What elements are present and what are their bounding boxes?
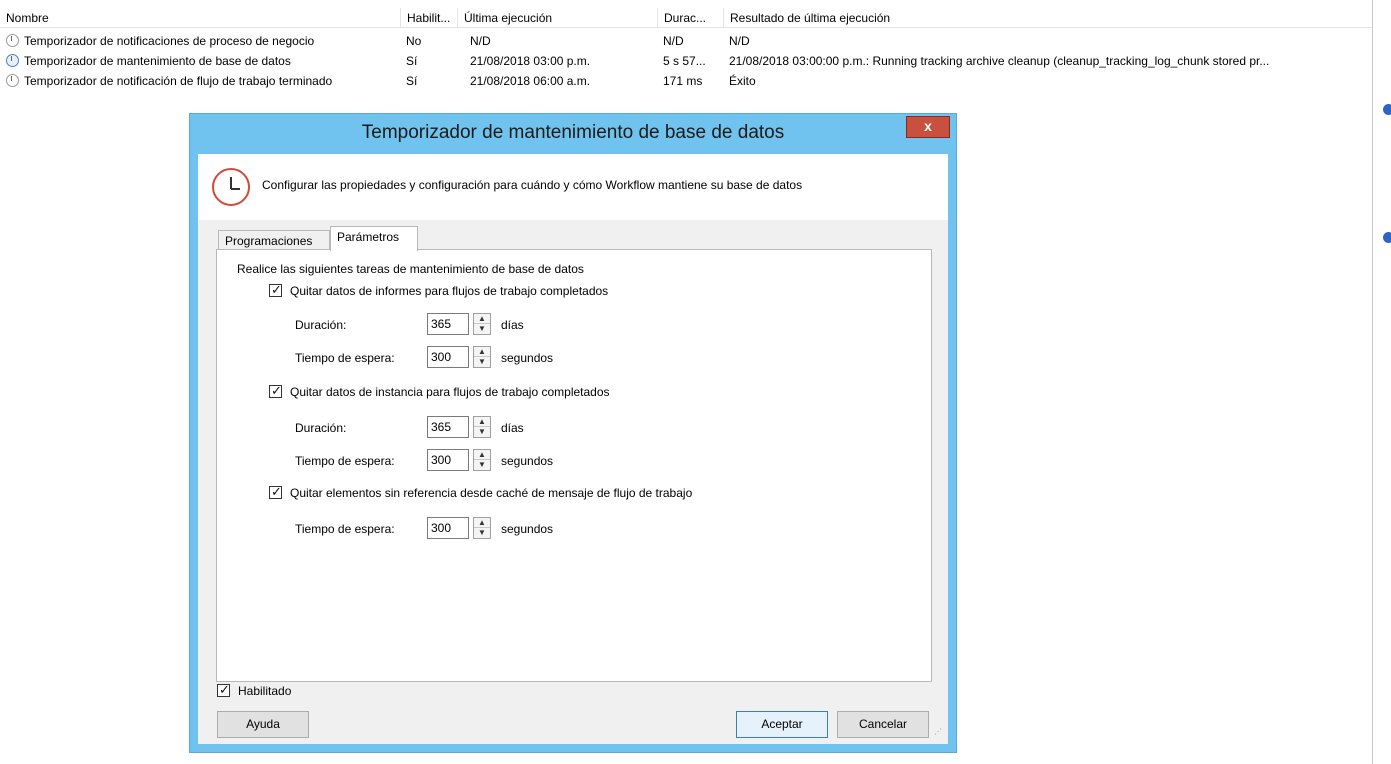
- close-button[interactable]: x: [906, 116, 950, 138]
- tab-programaciones[interactable]: Programaciones: [218, 230, 330, 251]
- row-name: Temporizador de mantenimiento de base de…: [24, 54, 291, 68]
- cancel-button[interactable]: Cancelar: [837, 711, 929, 738]
- timeout-unit: segundos: [501, 454, 554, 468]
- row-last-run: 21/08/2018 03:00 p.m.: [470, 54, 591, 68]
- clock-icon: [212, 168, 250, 206]
- column-header-last-run[interactable]: Última ejecución: [457, 8, 655, 28]
- stepper-buttons: ▲ ▼: [473, 517, 491, 539]
- timeout-unit: segundos: [501, 522, 554, 536]
- row-name-cell: Temporizador de mantenimiento de base de…: [6, 51, 398, 71]
- chevron-up-icon[interactable]: ▲: [474, 518, 490, 528]
- duration-value[interactable]: 365: [427, 416, 469, 438]
- duration-unit: días: [501, 318, 524, 332]
- intro-label: Realice las siguientes tareas de manteni…: [237, 262, 584, 276]
- table-row[interactable]: Temporizador de mantenimiento de base de…: [0, 51, 1372, 71]
- row-name: Temporizador de notificación de flujo de…: [24, 74, 333, 88]
- timeout-stepper[interactable]: 300 ▲ ▼: [427, 449, 491, 471]
- timeout-value[interactable]: 300: [427, 346, 469, 368]
- stepper-buttons: ▲ ▼: [473, 313, 491, 335]
- chevron-up-icon[interactable]: ▲: [474, 450, 490, 460]
- chevron-down-icon[interactable]: ▼: [474, 324, 490, 334]
- row-enabled: No: [406, 34, 422, 48]
- dialog-client-area: Configurar las propiedades y configuraci…: [198, 154, 948, 744]
- remove-unreferenced-cache-label: Quitar elementos sin referencia desde ca…: [290, 486, 693, 500]
- dialog-titlebar[interactable]: Temporizador de mantenimiento de base de…: [190, 114, 956, 154]
- row-result: Éxito: [729, 74, 756, 88]
- row-result: 21/08/2018 03:00:00 p.m.: Running tracki…: [729, 54, 1270, 68]
- list-header: Nombre Habilit... Última ejecución Durac…: [0, 8, 1372, 28]
- dialog-description: Configurar las propiedades y configuraci…: [262, 178, 803, 192]
- chevron-down-icon[interactable]: ▼: [474, 528, 490, 538]
- chevron-down-icon[interactable]: ▼: [474, 460, 490, 470]
- dialog-banner: Configurar las propiedades y configuraci…: [198, 154, 948, 220]
- row-enabled: Sí: [406, 54, 418, 68]
- timeout-unit: segundos: [501, 351, 554, 365]
- column-header-enabled[interactable]: Habilit...: [400, 8, 455, 28]
- stepper-buttons: ▲ ▼: [473, 416, 491, 438]
- timer-icon: [6, 74, 19, 87]
- remove-report-data-checkbox[interactable]: [269, 282, 282, 298]
- table-row[interactable]: Temporizador de notificación de flujo de…: [0, 71, 1372, 91]
- timeout-value[interactable]: 300: [427, 517, 469, 539]
- row-name: Temporizador de notificaciones de proces…: [24, 34, 315, 48]
- remove-instance-data-label: Quitar datos de instancia para flujos de…: [290, 385, 610, 399]
- row-duration: 171 ms: [663, 74, 703, 88]
- row-name-cell: Temporizador de notificación de flujo de…: [6, 71, 398, 91]
- tab-parametros[interactable]: Parámetros: [330, 226, 418, 251]
- help-icon[interactable]: [1383, 232, 1391, 243]
- chevron-down-icon[interactable]: ▼: [474, 357, 490, 367]
- column-header-duration[interactable]: Durac...: [657, 8, 721, 28]
- row-duration: 5 s 57...: [663, 54, 706, 68]
- duration-value[interactable]: 365: [427, 313, 469, 335]
- duration-stepper[interactable]: 365 ▲ ▼: [427, 313, 491, 335]
- row-result: N/D: [729, 34, 750, 48]
- duration-stepper[interactable]: 365 ▲ ▼: [427, 416, 491, 438]
- table-row[interactable]: Temporizador de notificaciones de proces…: [0, 31, 1372, 51]
- list-rows: Temporizador de notificaciones de proces…: [0, 31, 1372, 91]
- enabled-label: Habilitado: [238, 684, 292, 698]
- remove-instance-data-checkbox[interactable]: [269, 383, 282, 399]
- duration-label: Duración:: [295, 421, 347, 435]
- row-last-run: 21/08/2018 06:00 a.m.: [470, 74, 591, 88]
- remove-report-data-label: Quitar datos de informes para flujos de …: [290, 284, 609, 298]
- row-enabled: Sí: [406, 74, 418, 88]
- stepper-buttons: ▲ ▼: [473, 346, 491, 368]
- timer-list-view: Nombre Habilit... Última ejecución Durac…: [0, 0, 1372, 100]
- timeout-stepper[interactable]: 300 ▲ ▼: [427, 346, 491, 368]
- chevron-down-icon[interactable]: ▼: [474, 427, 490, 437]
- timeout-stepper[interactable]: 300 ▲ ▼: [427, 517, 491, 539]
- help-button[interactable]: Ayuda: [217, 711, 309, 738]
- row-last-run: N/D: [470, 34, 491, 48]
- timeout-value[interactable]: 300: [427, 449, 469, 471]
- chevron-up-icon[interactable]: ▲: [474, 314, 490, 324]
- maintenance-timer-dialog: Temporizador de mantenimiento de base de…: [189, 113, 957, 753]
- remove-unreferenced-cache-checkbox[interactable]: [269, 484, 282, 500]
- stepper-buttons: ▲ ▼: [473, 449, 491, 471]
- duration-label: Duración:: [295, 318, 347, 332]
- row-duration: N/D: [663, 34, 684, 48]
- timeout-label: Tiempo de espera:: [295, 522, 395, 536]
- column-header-name[interactable]: Nombre: [0, 8, 398, 28]
- chevron-up-icon[interactable]: ▲: [474, 417, 490, 427]
- timer-icon: [6, 54, 19, 67]
- resize-grip-icon[interactable]: ⋰: [934, 728, 944, 740]
- timeout-label: Tiempo de espera:: [295, 454, 395, 468]
- duration-unit: días: [501, 421, 524, 435]
- timeout-label: Tiempo de espera:: [295, 351, 395, 365]
- actions-pane: [1372, 0, 1391, 764]
- column-header-result[interactable]: Resultado de última ejecución: [723, 8, 1368, 28]
- dialog-title: Temporizador de mantenimiento de base de…: [361, 122, 785, 143]
- row-name-cell: Temporizador de notificaciones de proces…: [6, 31, 398, 51]
- help-icon[interactable]: [1383, 104, 1391, 115]
- enabled-checkbox[interactable]: [217, 682, 230, 698]
- parameters-tab-page: Realice las siguientes tareas de manteni…: [216, 249, 932, 682]
- ok-button[interactable]: Aceptar: [736, 711, 828, 738]
- timer-icon: [6, 34, 19, 47]
- chevron-up-icon[interactable]: ▲: [474, 347, 490, 357]
